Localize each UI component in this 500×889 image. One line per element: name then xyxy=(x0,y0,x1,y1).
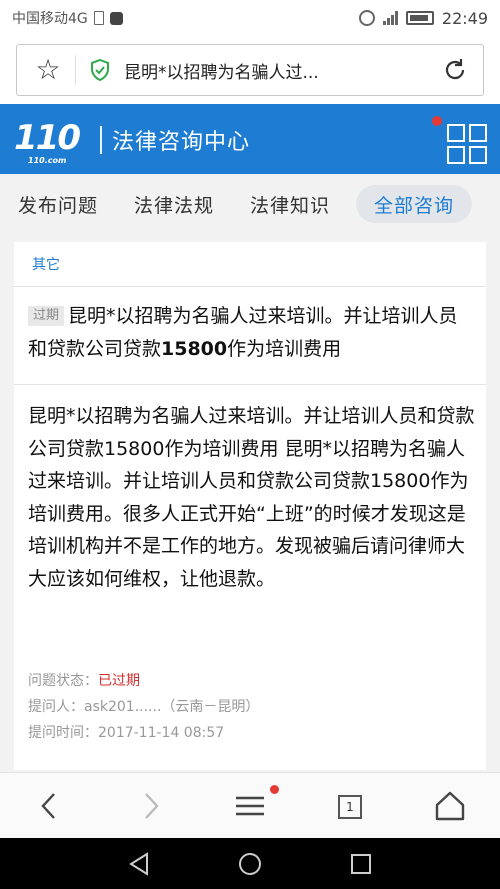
header-title: 法律咨询中心 xyxy=(112,130,251,155)
grid-menu-icon[interactable] xyxy=(447,124,487,164)
tab-post-question[interactable]: 发布问题 xyxy=(0,185,116,223)
ask-time-label: 提问时间： xyxy=(28,725,98,741)
browser-address-area: ☆ 昆明*以招聘为名骗人过... xyxy=(0,36,500,104)
address-bar[interactable]: ☆ 昆明*以招聘为名骗人过... xyxy=(16,44,484,96)
asker-label: 提问人： xyxy=(28,699,84,715)
forward-icon[interactable] xyxy=(132,789,168,823)
menu-icon[interactable] xyxy=(232,789,268,823)
header-divider xyxy=(100,126,102,154)
address-divider xyxy=(75,55,76,85)
tabs-icon[interactable]: 1 xyxy=(338,795,362,819)
question-status-row: 问题状态：已过期 xyxy=(28,670,140,690)
question-category[interactable]: 其它 xyxy=(32,254,60,274)
android-home-icon[interactable] xyxy=(238,852,262,876)
ask-time-value: 2017-11-14 08:57 xyxy=(98,725,225,741)
signal-icon xyxy=(382,11,398,25)
card-divider xyxy=(14,286,486,287)
android-recents-icon[interactable] xyxy=(350,853,372,875)
asker-value: ask201......（云南－昆明） xyxy=(84,699,260,715)
question-card: 其它 过期 昆明*以招聘为名骗人过来培训。并让培训人员和贷款公司贷款15800作为… xyxy=(14,242,486,770)
status-bar: 中国移动4G 22:49 xyxy=(0,0,500,36)
browser-toolbar: 1 xyxy=(0,772,500,838)
carrier-label: 中国移动4G xyxy=(12,11,88,27)
card-divider xyxy=(14,384,486,385)
tab-all-consultations[interactable]: 全部咨询 xyxy=(356,185,473,223)
logo-number: 110 xyxy=(14,118,81,158)
question-title: 过期 昆明*以招聘为名骗人过来培训。并让培训人员和贷款公司贷款15800作为培训费… xyxy=(28,300,474,366)
site-logo[interactable]: 110 110.com xyxy=(14,114,94,166)
page-title-in-address[interactable]: 昆明*以招聘为名骗人过... xyxy=(124,58,319,83)
category-tabs: 发布问题 法律法规 法律知识 全部咨询 xyxy=(0,174,500,234)
menu-notification-dot xyxy=(270,785,279,794)
shield-check-icon xyxy=(91,58,109,82)
star-icon[interactable]: ☆ xyxy=(31,56,65,84)
question-title-amount: 15800 xyxy=(161,338,228,360)
clock: 22:49 xyxy=(441,8,488,28)
question-title-part2: 作为培训费用 xyxy=(227,338,342,360)
status-label: 问题状态： xyxy=(28,673,98,689)
notification-dot xyxy=(432,116,442,126)
tab-laws-regulations[interactable]: 法律法规 xyxy=(116,185,232,223)
tiktok-icon xyxy=(109,11,123,25)
status-value: 已过期 xyxy=(98,673,140,689)
home-icon[interactable] xyxy=(432,789,468,823)
refresh-icon[interactable] xyxy=(441,56,469,84)
ask-time-row: 提问时间：2017-11-14 08:57 xyxy=(28,722,224,742)
expired-tag: 过期 xyxy=(28,306,65,326)
back-icon[interactable] xyxy=(32,789,68,823)
asker-row: 提问人：ask201......（云南－昆明） xyxy=(28,696,259,716)
tab-legal-knowledge[interactable]: 法律知识 xyxy=(232,185,348,223)
android-back-icon[interactable] xyxy=(128,852,150,876)
logo-domain: 110.com xyxy=(28,156,67,165)
sim-icon xyxy=(93,11,104,25)
site-header: 110 110.com 法律咨询中心 xyxy=(0,104,500,174)
android-nav-bar xyxy=(0,838,500,889)
battery-icon xyxy=(405,11,434,25)
question-body: 昆明*以招聘为名骗人过来培训。并让培训人员和贷款公司贷款15800作为培训费用 … xyxy=(28,405,475,590)
alarm-icon xyxy=(358,10,375,26)
